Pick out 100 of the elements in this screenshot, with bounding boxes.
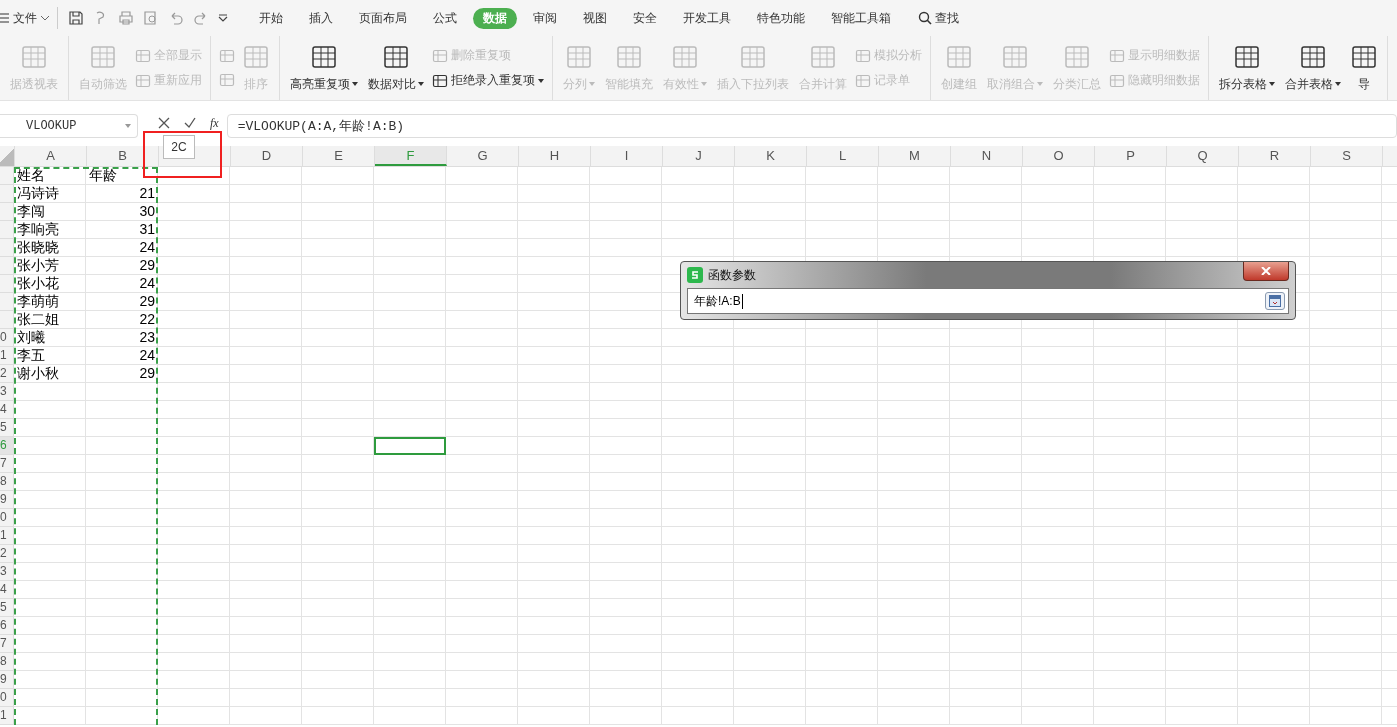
- ribbon-tab[interactable]: 开发工具: [673, 7, 741, 29]
- column-header[interactable]: G: [447, 146, 519, 166]
- table-cell-text: 29: [138, 257, 156, 275]
- print-icon[interactable]: [118, 10, 134, 26]
- ribbon-tab[interactable]: 安全: [623, 7, 667, 29]
- row-header[interactable]: 4: [0, 401, 14, 419]
- search-button[interactable]: 查找: [918, 9, 959, 27]
- column-header[interactable]: S: [1311, 146, 1383, 166]
- ribbon-tab[interactable]: 审阅: [523, 7, 567, 29]
- row-header[interactable]: 9: [0, 671, 14, 689]
- row-header[interactable]: [0, 311, 14, 329]
- column-header[interactable]: A: [15, 146, 87, 166]
- sheet-icon: [1002, 43, 1028, 70]
- ribbon-button[interactable]: 数据对比: [366, 43, 426, 93]
- ribbon-tab[interactable]: 智能工具箱: [821, 7, 901, 29]
- range-input-field[interactable]: 年龄!A:B: [687, 288, 1289, 314]
- name-box[interactable]: VLOOKUP: [0, 114, 138, 138]
- table-cell-text: 李闯: [16, 203, 46, 221]
- column-header[interactable]: N: [951, 146, 1023, 166]
- column-header[interactable]: D: [231, 146, 303, 166]
- sheet-icon: [135, 47, 151, 64]
- row-header[interactable]: 3: [0, 563, 14, 581]
- ribbon-tab[interactable]: 开始: [249, 7, 293, 29]
- save-icon[interactable]: [68, 10, 84, 26]
- row-header[interactable]: 5: [0, 599, 14, 617]
- row-header[interactable]: 6: [0, 617, 14, 635]
- search-icon: [918, 11, 932, 25]
- sheet-icon: [855, 47, 871, 64]
- expand-dialog-button[interactable]: [1265, 292, 1285, 310]
- column-header[interactable]: Q: [1167, 146, 1239, 166]
- ribbon-tab[interactable]: 视图: [573, 7, 617, 29]
- row-header[interactable]: 1: [0, 347, 14, 365]
- table-cell-text: 21: [138, 185, 156, 203]
- caret-icon[interactable]: [218, 14, 228, 22]
- ribbon-button[interactable]: 合并表格: [1283, 43, 1343, 93]
- row-header[interactable]: 5: [0, 419, 14, 437]
- formula-field[interactable]: =VLOOKUP(A:A,年龄!A:B): [226, 114, 1397, 138]
- row-header[interactable]: [0, 239, 14, 257]
- row-header[interactable]: [0, 221, 14, 239]
- sheet-icon: [810, 43, 836, 70]
- column-header[interactable]: O: [1023, 146, 1095, 166]
- row-header[interactable]: 7: [0, 455, 14, 473]
- row-header[interactable]: 9: [0, 491, 14, 509]
- row-header[interactable]: 0: [0, 509, 14, 527]
- sheet-icon: [855, 72, 871, 89]
- row-header[interactable]: 0: [0, 689, 14, 707]
- row-header[interactable]: [0, 167, 14, 185]
- ribbon-button[interactable]: 拒绝录入重复项: [432, 72, 544, 89]
- row-header[interactable]: 1: [0, 707, 14, 725]
- column-header[interactable]: P: [1095, 146, 1167, 166]
- active-cell[interactable]: [374, 437, 446, 455]
- row-header[interactable]: 7: [0, 635, 14, 653]
- file-menu[interactable]: 文件: [0, 7, 58, 29]
- check-icon[interactable]: [184, 117, 196, 129]
- table-cell-text: 张小花: [16, 275, 60, 293]
- preview-icon[interactable]: [143, 10, 159, 26]
- column-header[interactable]: K: [735, 146, 807, 166]
- ribbon-tab[interactable]: 公式: [423, 7, 467, 29]
- row-header[interactable]: 4: [0, 581, 14, 599]
- close-button[interactable]: [1243, 262, 1289, 281]
- row-header[interactable]: [0, 293, 14, 311]
- row-header[interactable]: 0: [0, 329, 14, 347]
- column-header[interactable]: H: [519, 146, 591, 166]
- column-header[interactable]: L: [807, 146, 879, 166]
- sheet-icon: [740, 43, 766, 70]
- row-header[interactable]: [0, 257, 14, 275]
- ribbon-button[interactable]: 导: [1349, 43, 1379, 93]
- row-header[interactable]: 8: [0, 473, 14, 491]
- sheet-icon: [219, 48, 235, 64]
- ribbon-button[interactable]: 拆分表格: [1217, 43, 1277, 93]
- row-header[interactable]: [0, 203, 14, 221]
- row-header[interactable]: 3: [0, 383, 14, 401]
- row-header[interactable]: [0, 185, 14, 203]
- insert-function-button[interactable]: fx: [210, 115, 219, 131]
- sheet-icon: [672, 43, 698, 70]
- ribbon-tab[interactable]: 页面布局: [349, 7, 417, 29]
- column-header[interactable]: I: [591, 146, 663, 166]
- dialog-title: 函数参数: [708, 266, 756, 284]
- row-header[interactable]: 2: [0, 365, 14, 383]
- cancel-icon[interactable]: [158, 117, 170, 129]
- column-header[interactable]: M: [879, 146, 951, 166]
- ribbon-button[interactable]: 高亮重复项: [288, 43, 360, 93]
- caret-icon: [125, 124, 131, 128]
- row-header[interactable]: 1: [0, 527, 14, 545]
- sheet-icon: [1109, 72, 1125, 89]
- table-cell-text: 23: [138, 329, 156, 347]
- row-header[interactable]: 8: [0, 653, 14, 671]
- sheet-icon: [1300, 43, 1326, 70]
- table-cell-text: 李五: [16, 347, 46, 365]
- ribbon-tab[interactable]: 插入: [299, 7, 343, 29]
- select-all-corner[interactable]: [0, 146, 15, 166]
- sheet-icon: [616, 43, 642, 70]
- row-header[interactable]: [0, 275, 14, 293]
- ribbon-tab[interactable]: 特色功能: [747, 7, 815, 29]
- column-header[interactable]: R: [1239, 146, 1311, 166]
- column-header[interactable]: B: [87, 146, 159, 166]
- table-cell-text: 姓名: [16, 167, 46, 185]
- table-cell-text: 24: [138, 275, 156, 293]
- row-header[interactable]: 2: [0, 545, 14, 563]
- column-header[interactable]: J: [663, 146, 735, 166]
